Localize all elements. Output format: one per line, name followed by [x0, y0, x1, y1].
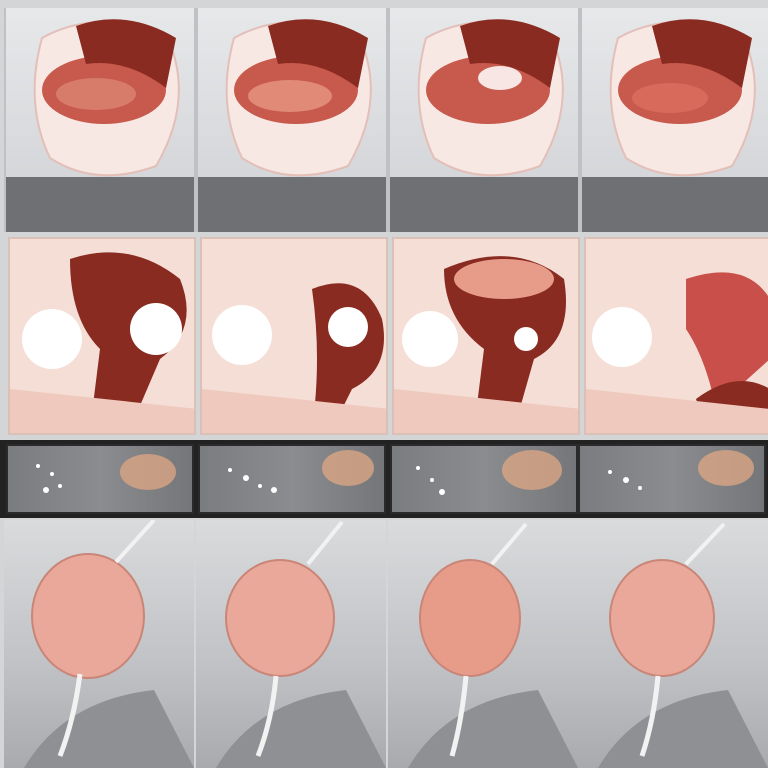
panel-3-3	[390, 444, 578, 514]
bowl-illustration	[417, 19, 564, 177]
tissue-illustration	[586, 272, 768, 433]
panel-3-1	[6, 444, 194, 514]
tissue-illustration	[394, 256, 578, 433]
panel-label	[390, 177, 578, 232]
panel-label	[198, 177, 386, 232]
row-2	[0, 237, 768, 435]
particles-illustration	[416, 450, 562, 495]
panel-label	[6, 177, 194, 232]
panel-1-1	[4, 8, 196, 232]
panel-1-3	[388, 8, 580, 232]
panel-4-4	[578, 520, 768, 768]
balloon-illustration	[598, 522, 768, 768]
tissue-illustration	[202, 283, 386, 433]
panel-1-4	[580, 8, 768, 232]
balloon-illustration	[24, 520, 194, 768]
balloon-illustration	[216, 520, 386, 768]
panel-2-3	[392, 237, 580, 435]
panel-2-4	[584, 237, 768, 435]
row-4	[0, 520, 768, 768]
balloon-illustration	[408, 522, 578, 768]
panel-2-1	[8, 237, 196, 435]
particles-illustration	[608, 450, 754, 490]
illustration-grid	[0, 0, 768, 768]
panel-label	[582, 177, 768, 232]
row-1	[0, 0, 768, 232]
panel-4-2	[196, 520, 386, 768]
particles-illustration	[36, 454, 176, 493]
bowl-illustration	[609, 19, 756, 177]
tissue-illustration	[10, 252, 194, 433]
particles-illustration	[228, 450, 374, 493]
panel-3-4	[578, 444, 766, 514]
panel-4-3	[388, 520, 578, 768]
panel-3-2	[198, 444, 386, 514]
row-3	[0, 440, 768, 518]
bowl-illustration	[33, 19, 180, 177]
panel-4-1	[4, 520, 194, 768]
bowl-illustration	[225, 19, 372, 177]
panel-1-2	[196, 8, 388, 232]
panel-2-2	[200, 237, 388, 435]
